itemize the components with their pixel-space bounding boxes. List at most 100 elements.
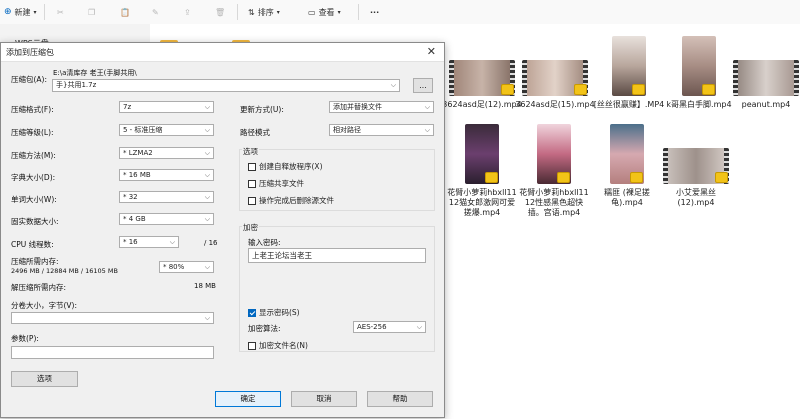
- browse-button[interactable]: ...: [413, 78, 433, 93]
- file-name: 糯匪 (裸足搓龟).mp4: [604, 188, 650, 207]
- cpu-total: / 16: [204, 239, 218, 247]
- player-badge-icon: [501, 84, 514, 95]
- method-value: * LZMA2: [123, 149, 153, 157]
- password-input[interactable]: 上老王论坛当老王: [248, 248, 426, 263]
- ok-button[interactable]: 确定: [215, 391, 281, 407]
- checkbox-box: [248, 179, 256, 188]
- params-label: 参数(P):: [11, 334, 39, 343]
- level-label: 压缩等级(L):: [11, 128, 54, 137]
- update-select[interactable]: 添加并替换文件 ⌵: [329, 101, 434, 113]
- mem-percent-select[interactable]: * 80% ⌵: [159, 261, 214, 273]
- cancel-button[interactable]: 取消: [291, 391, 357, 407]
- sfx-checkbox[interactable]: 创建自释放程序(X): [248, 161, 323, 172]
- cpu-label: CPU 线程数:: [11, 240, 54, 249]
- paste-icon: 📋: [120, 7, 130, 17]
- word-select[interactable]: * 32 ⌵: [119, 191, 214, 203]
- format-select[interactable]: 7z ⌵: [119, 101, 214, 113]
- path-mode-select[interactable]: 相对路径 ⌵: [329, 124, 434, 136]
- file-item[interactable]: 3624asd足(15).mp4: [515, 60, 595, 110]
- more-button[interactable]: ···: [370, 3, 379, 21]
- mem-values: 2496 MB / 12884 MB / 16105 MB: [11, 267, 118, 275]
- archive-name-value: 手}共用1.7z: [56, 81, 97, 89]
- enc-method-label: 加密算法:: [248, 324, 281, 333]
- encrypt-names-checkbox[interactable]: 加密文件名(N): [248, 340, 308, 351]
- update-label: 更新方式(U):: [240, 105, 284, 114]
- enc-method-value: AES-256: [357, 323, 387, 331]
- video-thumbnail: [537, 124, 571, 184]
- file-item[interactable]: 花臂小萝莉hbxll1112性感黑色超快插。宫语.mp4: [518, 124, 590, 218]
- file-name: 3624asd足(15).mp4: [515, 100, 595, 109]
- file-item[interactable]: 花臂小萝莉hbxll1112猫女郎激网可爱搓爆.mp4: [446, 124, 518, 218]
- sort-button[interactable]: ⇅ 排序 ▾: [248, 3, 280, 21]
- split-label: 分卷大小，字节(V):: [11, 301, 78, 310]
- level-select[interactable]: 5 - 标准压缩 ⌵: [119, 124, 214, 136]
- delete-icon: 🗑: [215, 7, 226, 17]
- chevron-down-icon: ▾: [276, 8, 280, 16]
- file-item[interactable]: peanut.mp4: [730, 60, 800, 110]
- dict-label: 字典大小(D):: [11, 173, 56, 182]
- options-button[interactable]: 选项: [11, 371, 78, 387]
- new-icon: ⊕: [4, 7, 12, 17]
- file-item[interactable]: [丝丝很赢赚】.MP4: [590, 36, 668, 110]
- method-select[interactable]: * LZMA2 ⌵: [119, 147, 214, 159]
- new-button[interactable]: ⊕ 新建 ▾: [4, 3, 37, 21]
- path-mode-value: 相对路径: [333, 126, 361, 134]
- solid-select[interactable]: * 4 GB ⌵: [119, 213, 214, 225]
- update-value: 添加并替换文件: [333, 103, 382, 111]
- enc-method-select[interactable]: AES-256 ⌵: [353, 321, 426, 333]
- copy-button[interactable]: ❐: [88, 3, 95, 21]
- player-badge-icon: [574, 84, 587, 95]
- sfx-label: 创建自释放程序(X): [259, 162, 323, 171]
- paste-button[interactable]: 📋: [120, 3, 130, 21]
- checkbox-box: [248, 162, 256, 171]
- help-button[interactable]: 帮助: [367, 391, 433, 407]
- dialog-title-bar: 添加到压缩包 ✕: [1, 43, 444, 62]
- word-label: 单词大小(W):: [11, 195, 57, 204]
- split-select[interactable]: ⌵: [11, 312, 214, 324]
- video-thumbnail: [682, 36, 716, 96]
- file-item[interactable]: k哥黑白手脚.mp4: [660, 36, 738, 110]
- file-item[interactable]: 3624asd足(12).mp4: [442, 60, 522, 110]
- chevron-down-icon: ⌵: [169, 238, 175, 246]
- file-name: [丝丝很赢赚】.MP4: [593, 100, 665, 109]
- player-badge-icon: [702, 84, 715, 95]
- encryption-group-title: 加密: [242, 222, 259, 233]
- cut-button[interactable]: ✂: [57, 3, 64, 21]
- solid-label: 固实数据大小:: [11, 217, 59, 226]
- cpu-select[interactable]: * 16 ⌵: [119, 236, 179, 248]
- rename-button[interactable]: ✎: [152, 3, 159, 21]
- file-name: 小艾爱黑丝(12).mp4: [676, 188, 716, 207]
- file-name: k哥黑白手脚.mp4: [666, 100, 732, 109]
- chevron-down-icon: ⌵: [424, 103, 430, 111]
- chevron-down-icon: ▾: [337, 8, 341, 16]
- toolbar-divider: [44, 4, 45, 20]
- dict-value: * 16 MB: [123, 171, 151, 179]
- format-value: 7z: [123, 103, 132, 111]
- chevron-down-icon: ▾: [33, 8, 37, 16]
- explorer-toolbar: ⊕ 新建 ▾ ✂ ❐ 📋 ✎ ⇪ 🗑 ⇅ 排序 ▾ ▭ 查看 ▾ ···: [0, 0, 800, 25]
- delete-after-checkbox[interactable]: 操作完成后删除源文件: [248, 195, 334, 206]
- dict-select[interactable]: * 16 MB ⌵: [119, 169, 214, 181]
- share-button[interactable]: ⇪: [184, 3, 191, 21]
- chevron-down-icon: ⌵: [204, 103, 210, 111]
- chevron-down-icon: ⌵: [416, 323, 422, 331]
- path-mode-label: 路径模式: [240, 128, 270, 137]
- player-badge-icon: [485, 172, 498, 183]
- params-input[interactable]: [11, 346, 214, 359]
- cpu-value: * 16: [123, 238, 138, 246]
- encrypt-names-label: 加密文件名(N): [259, 341, 308, 350]
- shared-checkbox[interactable]: 压缩共享文件: [248, 178, 304, 189]
- archive-name-combo[interactable]: 手}共用1.7z ⌵: [52, 79, 400, 92]
- chevron-down-icon: ⌵: [204, 171, 210, 179]
- sort-icon: ⇅: [248, 7, 255, 17]
- file-item[interactable]: 小艾爱黑丝(12).mp4: [658, 148, 734, 208]
- view-button[interactable]: ▭ 查看 ▾: [308, 3, 341, 21]
- more-icon: ···: [370, 7, 380, 17]
- show-password-checkbox[interactable]: 显示密码(S): [248, 307, 300, 318]
- copy-icon: ❐: [88, 7, 96, 17]
- close-icon[interactable]: ✕: [427, 45, 436, 58]
- toolbar-divider: [237, 4, 238, 20]
- file-item[interactable]: 糯匪 (裸足搓龟).mp4: [590, 124, 664, 208]
- delete-button[interactable]: 🗑: [215, 3, 225, 21]
- player-badge-icon: [632, 84, 645, 95]
